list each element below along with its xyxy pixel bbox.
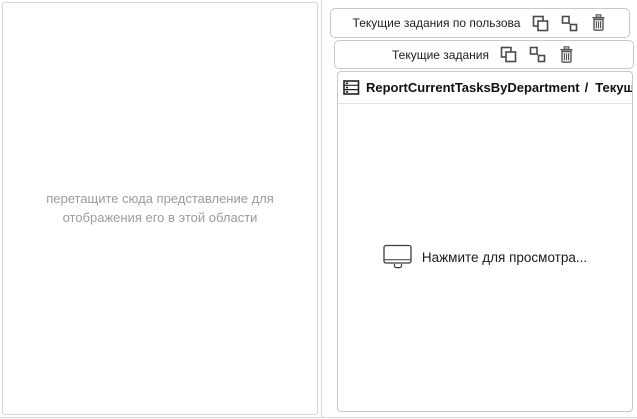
report-preview-area[interactable]: Нажмите для просмотра... [338,104,632,411]
copy-view-icon [532,15,549,32]
preview-label: Нажмите для просмотра... [422,250,587,265]
copy-view-button[interactable] [531,14,549,33]
monitor-icon [383,244,413,271]
report-view-header: ReportCurrentTasksByDepartment / Текущие з [338,72,632,104]
frame-bottom-divider [0,417,637,418]
replace-view-button[interactable] [560,14,578,33]
replace-view-icon [529,46,546,63]
drop-hint-text: перетащите сюда представление для отобра… [6,190,314,228]
inner-container-title: Текущие задания [392,48,489,62]
copy-view-icon [500,46,517,63]
view-drop-zone[interactable]: перетащите сюда представление для отобра… [2,2,318,415]
delete-view-button[interactable] [589,14,607,33]
dashboard-designer-surface: перетащите сюда представление для отобра… [0,0,637,419]
trash-icon [558,46,575,64]
report-view-panel: ReportCurrentTasksByDepartment / Текущие з… [337,71,633,412]
delete-view-button[interactable] [558,45,576,64]
report-name-separator: / [585,80,589,95]
trash-icon [590,14,607,32]
report-list-icon [343,79,360,96]
report-name: ReportCurrentTasksByDepartment [366,80,580,95]
copy-view-button[interactable] [500,45,518,64]
inner-container-tab[interactable]: Текущие задания [334,40,634,69]
report-subtitle: Текущие з [595,80,632,95]
replace-view-button[interactable] [529,45,547,64]
replace-view-icon [561,15,578,32]
outer-container-tab[interactable]: Текущие задания по пользова [330,8,630,38]
outer-container-title: Текущие задания по пользова [353,16,521,30]
